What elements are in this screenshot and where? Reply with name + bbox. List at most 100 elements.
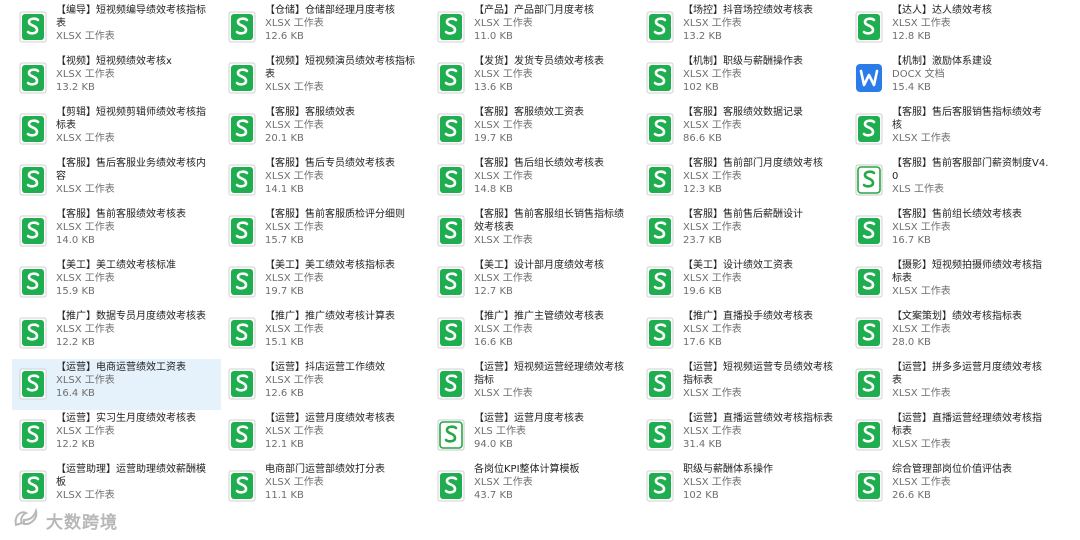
file-type: XLSX 工作表 [474,18,533,29]
file-text: 【客服】售后组长绩效考核表 XLSX 工作表 14.8 KB [474,157,633,196]
file-name: 【客服】售前售后薪酬设计 [683,209,803,220]
xlsx-icon [643,311,677,355]
file-size: 14.0 KB [56,235,95,246]
file-item[interactable]: 【客服】售前客服部门薪资制度V4.0 XLS 工作表 [848,155,1057,206]
file-item[interactable]: 【编导】短视频编导绩效考核指标表 XLSX 工作表 [12,2,221,53]
file-item[interactable]: 【运营】短视频运营专员绩效考核指标表 XLSX 工作表 [639,359,848,410]
file-name: 【客服】售前客服部门薪资制度V4.0 [892,158,1049,182]
file-text: 【运营】直播运营绩效考核指标表 XLSX 工作表 31.4 KB [683,412,842,451]
xlsx-icon [225,413,259,457]
file-item[interactable]: 【运营助理】运营助理绩效薪酬模板 XLSX 工作表 [12,461,221,512]
xlsx-icon [225,362,259,406]
xlsx-icon [852,464,886,508]
file-text: 综合管理部岗位价值评估表 XLSX 工作表 26.6 KB [892,463,1051,502]
file-text: 【运营】电商运营绩效工资表 XLSX 工作表 16.4 KB [56,361,215,400]
file-item[interactable]: 【产品】产品部门月度考核 XLSX 工作表 11.0 KB [430,2,639,53]
file-item[interactable]: 【视频】短视频演员绩效考核指标表 XLSX 工作表 [221,53,430,104]
xlsx-icon [643,158,677,202]
file-item[interactable]: 【达人】达人绩效考核 XLSX 工作表 12.8 KB [848,2,1057,53]
file-type: XLSX 工作表 [265,426,324,437]
file-item[interactable]: 【发货】发货专员绩效考核表 XLSX 工作表 13.6 KB [430,53,639,104]
file-item[interactable]: 【场控】抖音场控绩效考核表 XLSX 工作表 13.2 KB [639,2,848,53]
file-item[interactable]: 【客服】客服绩效工资表 XLSX 工作表 19.7 KB [430,104,639,155]
file-item[interactable]: 【推广】推广绩效考核计算表 XLSX 工作表 15.1 KB [221,308,430,359]
file-item[interactable]: 【美工】设计部月度绩效考核 XLSX 工作表 12.7 KB [430,257,639,308]
xlsx-icon [16,5,50,49]
file-item[interactable]: 【文案策划】绩效考核指标表 XLSX 工作表 28.0 KB [848,308,1057,359]
file-item[interactable]: 【运营】拼多多运营月度绩效考核表 XLSX 工作表 [848,359,1057,410]
file-item[interactable]: 【运营】电商运营绩效工资表 XLSX 工作表 16.4 KB [12,359,221,410]
file-item[interactable]: 【客服】客服绩效数据记录 XLSX 工作表 86.6 KB [639,104,848,155]
file-name: 综合管理部岗位价值评估表 [892,464,1012,475]
file-type: XLSX 工作表 [892,286,951,297]
file-item[interactable]: 各岗位KPI整体计算模板 XLSX 工作表 43.7 KB [430,461,639,512]
file-type: XLSX 工作表 [56,31,115,42]
file-item[interactable]: 【运营】实习生月度绩效考核表 XLSX 工作表 12.2 KB [12,410,221,461]
file-item[interactable]: 【推广】直播投手绩效考核表 XLSX 工作表 17.6 KB [639,308,848,359]
file-text: 【剪辑】短视频剪辑师绩效考核指标表 XLSX 工作表 [56,106,215,145]
file-type: XLSX 工作表 [892,388,951,399]
file-item[interactable]: 【美工】设计绩效工资表 XLSX 工作表 19.6 KB [639,257,848,308]
file-item[interactable]: 【客服】客服绩效表 XLSX 工作表 20.1 KB [221,104,430,155]
file-name: 【美工】设计绩效工资表 [683,260,793,271]
file-size: 19.7 KB [265,286,304,297]
file-item[interactable]: 职级与薪酬体系操作 XLSX 工作表 102 KB [639,461,848,512]
file-text: 【客服】售后客服销售指标绩效考核 XLSX 工作表 [892,106,1051,145]
file-text: 【运营助理】运营助理绩效薪酬模板 XLSX 工作表 [56,463,215,502]
file-size: 13.2 KB [56,82,95,93]
xlsx-icon [643,362,677,406]
xlsx-icon [16,107,50,151]
file-text: 【客服】售前客服组长销售指标绩效考核表 XLSX 工作表 [474,208,633,247]
file-item[interactable]: 【运营】运营月度绩效考核表 XLSX 工作表 12.1 KB [221,410,430,461]
file-item[interactable]: 【视频】短视频绩效考核x XLSX 工作表 13.2 KB [12,53,221,104]
file-item[interactable]: 【运营】抖店运营工作绩效 XLSX 工作表 12.6 KB [221,359,430,410]
file-item[interactable]: 【客服】售前客服绩效考核表 XLSX 工作表 14.0 KB [12,206,221,257]
file-type: XLSX 工作表 [683,18,742,29]
file-name: 【场控】抖音场控绩效考核表 [683,5,813,16]
file-size: 12.2 KB [56,439,95,450]
file-item[interactable]: 【客服】售前部门月度绩效考核 XLSX 工作表 12.3 KB [639,155,848,206]
file-size: 12.7 KB [474,286,513,297]
file-item[interactable]: 【客服】售后客服业务绩效考核内容 XLSX 工作表 [12,155,221,206]
file-item[interactable]: 【推广】数据专员月度绩效考核表 XLSX 工作表 12.2 KB [12,308,221,359]
file-item[interactable]: 【美工】美工绩效考核标准 XLSX 工作表 15.9 KB [12,257,221,308]
file-item[interactable]: 【客服】售后专员绩效考核表 XLSX 工作表 14.1 KB [221,155,430,206]
file-type: XLSX 工作表 [56,184,115,195]
file-item[interactable]: 【运营】直播运营绩效考核指标表 XLSX 工作表 31.4 KB [639,410,848,461]
file-item[interactable]: 【美工】美工绩效考核指标表 XLSX 工作表 19.7 KB [221,257,430,308]
file-name: 【客服】客服绩效表 [265,107,355,118]
file-item[interactable]: 【剪辑】短视频剪辑师绩效考核指标表 XLSX 工作表 [12,104,221,155]
xlsx-icon [225,260,259,304]
file-item[interactable]: 【客服】售后客服销售指标绩效考核 XLSX 工作表 [848,104,1057,155]
file-size: 14.1 KB [265,184,304,195]
file-name: 【运营】拼多多运营月度绩效考核表 [892,362,1042,386]
file-type: XLSX 工作表 [474,235,533,246]
file-text: 【客服】售前部门月度绩效考核 XLSX 工作表 12.3 KB [683,157,842,196]
file-size: 15.9 KB [56,286,95,297]
file-item[interactable]: 【客服】售后组长绩效考核表 XLSX 工作表 14.8 KB [430,155,639,206]
file-text: 【客服】售前售后薪酬设计 XLSX 工作表 23.7 KB [683,208,842,247]
file-type: XLSX 工作表 [474,324,533,335]
file-item[interactable]: 综合管理部岗位价值评估表 XLSX 工作表 26.6 KB [848,461,1057,512]
file-type: XLSX 工作表 [56,133,115,144]
file-type: XLSX 工作表 [683,477,742,488]
file-size: 12.6 KB [265,388,304,399]
file-item[interactable]: 【客服】售前客服质检评分细则 XLSX 工作表 15.7 KB [221,206,430,257]
file-item[interactable]: 【运营】短视频运营经理绩效考核指标 XLSX 工作表 [430,359,639,410]
file-item[interactable]: 【仓储】仓储部经理月度考核 XLSX 工作表 12.6 KB [221,2,430,53]
file-text: 【场控】抖音场控绩效考核表 XLSX 工作表 13.2 KB [683,4,842,43]
file-item[interactable]: 【运营】直播运营经理绩效考核指标表 XLSX 工作表 [848,410,1057,461]
file-text: 【客服】客服绩效数据记录 XLSX 工作表 86.6 KB [683,106,842,145]
file-type: XLSX 工作表 [265,120,324,131]
file-item[interactable]: 【推广】推广主管绩效考核表 XLSX 工作表 16.6 KB [430,308,639,359]
file-item[interactable]: 【机制】职级与薪酬操作表 XLSX 工作表 102 KB [639,53,848,104]
file-item[interactable]: 【运营】运营月度考核表 XLS 工作表 94.0 KB [430,410,639,461]
file-size: 12.6 KB [265,31,304,42]
xlsx-icon [643,464,677,508]
file-item[interactable]: 【摄影】短视频拍摄师绩效考核指标表 XLSX 工作表 [848,257,1057,308]
file-item[interactable]: 【机制】激励体系建设 DOCX 文档 15.4 KB [848,53,1057,104]
file-item[interactable]: 【客服】售前组长绩效考核表 XLSX 工作表 16.7 KB [848,206,1057,257]
file-item[interactable]: 【客服】售前售后薪酬设计 XLSX 工作表 23.7 KB [639,206,848,257]
file-item[interactable]: 【客服】售前客服组长销售指标绩效考核表 XLSX 工作表 [430,206,639,257]
file-item[interactable]: 电商部门运营部绩效打分表 XLSX 工作表 11.1 KB [221,461,430,512]
